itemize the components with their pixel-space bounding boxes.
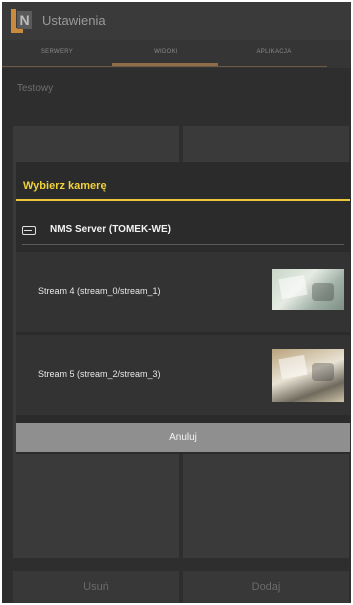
page-title: Ustawienia [42,13,106,28]
list-item[interactable]: Stream 4 (stream_0/stream_1) [16,252,350,332]
list-item[interactable]: Stream 5 (stream_2/stream_3) [16,335,350,415]
app-logo: N [11,9,33,33]
dialog-title: Wybierz kamerę [23,180,107,192]
server-divider [22,244,344,245]
server-icon [22,226,36,235]
tab-aplikacja[interactable]: APLIKACJA [220,40,328,68]
server-row[interactable]: NMS Server (TOMEK-WE) [16,210,350,246]
delete-button[interactable]: Usuń [13,571,179,603]
tab-divider [2,66,327,67]
action-bar: N Ustawienia [2,2,351,40]
camera-preview [272,349,344,402]
stream-label: Stream 4 (stream_0/stream_1) [38,286,161,296]
camera-preview [272,269,344,310]
add-button[interactable]: Dodaj [183,571,349,603]
tab-serwery[interactable]: SERWERY [2,40,112,68]
view-name[interactable]: Testowy [17,83,53,94]
select-camera-dialog: Wybierz kamerę NMS Server (TOMEK-WE) Str… [16,162,350,454]
server-label: NMS Server (TOMEK-WE) [50,224,171,235]
cancel-button[interactable]: Anuluj [16,423,350,452]
stream-label: Stream 5 (stream_2/stream_3) [38,369,161,379]
app-window: N Ustawienia SERWERY WIDOKI APLIKACJA Te… [2,2,351,603]
dialog-title-divider [16,199,350,201]
